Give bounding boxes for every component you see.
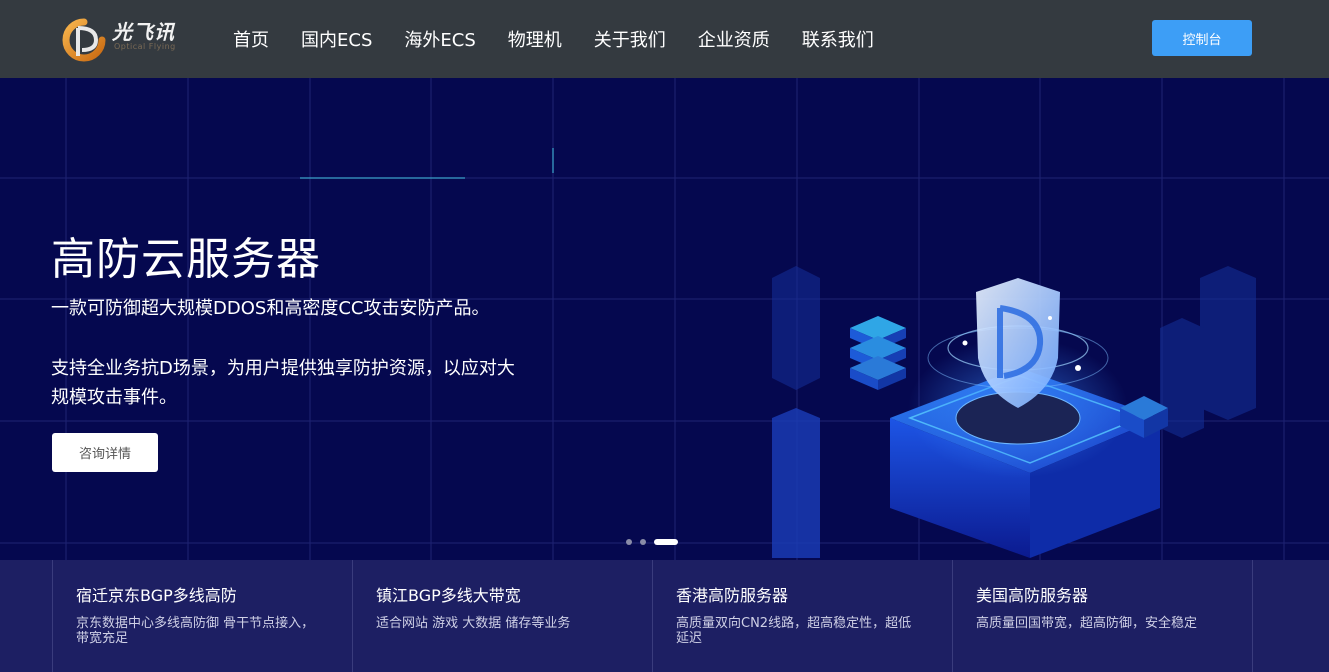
brand-logo[interactable]: 光飞讯 Optical Flying: [60, 12, 190, 64]
brand-name: 光飞讯: [112, 20, 175, 44]
feature-card-suqian[interactable]: 宿迁京东BGP多线高防 京东数据中心多线高防御 骨干节点接入，带宽充足: [52, 560, 352, 672]
hero-banner: 高防云服务器 一款可防御超大规模DDOS和高密度CC攻击安防产品。 支持全业务抗…: [0, 78, 1329, 560]
nav-item-overseas-ecs[interactable]: 海外ECS: [404, 26, 475, 52]
hero-title: 高防云服务器: [51, 234, 321, 285]
feature-title: 美国高防服务器: [976, 586, 1089, 605]
feature-title: 香港高防服务器: [676, 586, 789, 605]
feature-divider: [1252, 560, 1253, 672]
nav-item-about[interactable]: 关于我们: [594, 26, 666, 52]
slide-dot-2[interactable]: [640, 539, 646, 545]
hero-description: 一款可防御超大规模DDOS和高密度CC攻击安防产品。: [51, 298, 490, 319]
slide-dot-1[interactable]: [626, 539, 632, 545]
slide-indicators: [626, 539, 678, 545]
feature-card-hongkong[interactable]: 香港高防服务器 高质量双向CN2线路，超高稳定性，超低延迟: [652, 560, 952, 672]
nav-item-domestic-ecs[interactable]: 国内ECS: [301, 26, 372, 52]
logo-mark-icon: [62, 18, 106, 62]
feature-title: 宿迁京东BGP多线高防: [76, 586, 237, 605]
nav-item-home[interactable]: 首页: [233, 26, 269, 52]
consult-details-button[interactable]: 咨询详情: [52, 433, 158, 472]
feature-description: 京东数据中心多线高防御 骨干节点接入，带宽充足: [76, 616, 315, 646]
shield-server-illustration: [772, 266, 1256, 558]
product-features: 宿迁京东BGP多线高防 京东数据中心多线高防御 骨干节点接入，带宽充足 镇江BG…: [0, 560, 1329, 672]
top-navbar: 光飞讯 Optical Flying 首页 国内ECS 海外ECS 物理机 关于…: [0, 0, 1329, 78]
nav-item-contact[interactable]: 联系我们: [802, 26, 874, 52]
feature-description: 适合网站 游戏 大数据 储存等业务: [376, 616, 571, 631]
main-nav: 首页 国内ECS 海外ECS 物理机 关于我们 企业资质 联系我们: [233, 0, 906, 78]
nav-item-qualification[interactable]: 企业资质: [698, 26, 770, 52]
feature-card-usa[interactable]: 美国高防服务器 高质量回国带宽，超高防御，安全稳定: [952, 560, 1252, 672]
hero-description-secondary: 支持全业务抗D场景，为用户提供独享防护资源，以应对大规模攻击事件。: [51, 358, 515, 408]
nav-item-physical[interactable]: 物理机: [508, 26, 562, 52]
feature-description: 高质量回国带宽，超高防御，安全稳定: [976, 616, 1198, 631]
slide-dot-3[interactable]: [654, 539, 678, 545]
console-button[interactable]: 控制台: [1152, 20, 1252, 56]
feature-title: 镇江BGP多线大带宽: [376, 586, 521, 605]
feature-card-zhenjiang[interactable]: 镇江BGP多线大带宽 适合网站 游戏 大数据 储存等业务: [352, 560, 652, 672]
brand-subtitle: Optical Flying: [114, 42, 176, 51]
feature-description: 高质量双向CN2线路，超高稳定性，超低延迟: [676, 616, 912, 646]
